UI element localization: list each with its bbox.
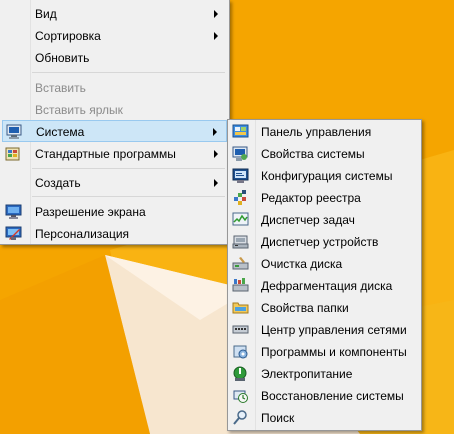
submenu-arrow-icon [214,179,218,187]
system-restore-icon [233,390,248,403]
menu-separator [32,168,225,169]
menu-item-label: Сортировка [35,29,101,43]
menu-item-label: Разрешение экрана [35,205,146,219]
menu-item-label: Обновить [35,51,90,65]
submenu-item-task-manager[interactable]: Диспетчер задач [230,209,419,231]
submenu-arrow-icon [214,150,218,158]
personalization-icon [5,226,22,240]
device-manager-icon [232,235,249,249]
submenu-item-label: Программы и компоненты [261,345,407,359]
folder-options-icon [232,302,249,314]
menu-item-label: Персонализация [35,227,130,241]
menu-item-personalization[interactable]: Персонализация [2,223,227,245]
submenu-item-label: Свойства системы [261,147,365,161]
submenu-arrow-icon [214,10,218,18]
submenu-item-registry-editor[interactable]: Редактор реестра [230,187,419,209]
menu-separator [32,72,225,73]
submenu-item-system-restore[interactable]: Восстановление системы [230,385,419,407]
screen-resolution-icon [5,204,22,219]
submenu-item-defrag[interactable]: Дефрагментация диска [230,275,419,297]
menu-item-view[interactable]: Вид [2,3,227,25]
menu-item-accessories[interactable]: Стандартные программы [2,143,227,165]
menu-item-system[interactable]: Система [2,120,227,142]
submenu-item-disk-cleanup[interactable]: Очистка диска [230,253,419,275]
submenu-item-label: Панель управления [261,125,372,139]
menu-item-refresh[interactable]: Обновить [2,47,227,69]
submenu-item-label: Центр управления сетями [261,323,407,337]
submenu-item-label: Свойства папки [261,301,349,315]
submenu-item-label: Конфигурация системы [261,169,393,183]
menu-item-label: Создать [35,176,81,190]
submenu-item-label: Очистка диска [261,257,343,271]
control-panel-icon [232,124,249,138]
programs-features-icon [233,345,248,359]
system-properties-icon [232,146,248,161]
menu-item-new[interactable]: Создать [2,172,227,194]
menu-item-screen-resolution[interactable]: Разрешение экрана [2,201,227,223]
submenu-arrow-icon [214,32,218,40]
search-icon [233,410,247,425]
task-manager-icon [232,212,249,226]
submenu-item-programs-features[interactable]: Программы и компоненты [230,341,419,363]
menu-item-paste-shortcut[interactable]: Вставить ярлык [2,99,227,121]
desktop-context-menu: Вид Сортировка Обновить Вставить Вставит… [0,0,230,245]
submenu-item-label: Электропитание [261,367,353,381]
disk-cleanup-icon [232,257,249,270]
defrag-icon [232,278,249,292]
submenu-item-label: Поиск [261,411,295,425]
submenu-item-label: Восстановление системы [261,389,404,403]
submenu-arrow-icon [213,128,217,136]
submenu-item-network-center[interactable]: Центр управления сетями [230,319,419,341]
submenu-item-system-properties[interactable]: Свойства системы [230,143,419,165]
power-options-icon [233,366,247,381]
submenu-item-control-panel[interactable]: Панель управления [230,121,419,143]
submenu-item-device-manager[interactable]: Диспетчер устройств [230,231,419,253]
submenu-item-label: Диспетчер устройств [261,235,379,249]
menu-item-label: Стандартные программы [35,147,176,161]
menu-item-paste[interactable]: Вставить [2,77,227,99]
menu-item-label: Вставить [35,81,86,95]
submenu-item-power-options[interactable]: Электропитание [230,363,419,385]
menu-item-label: Система [36,125,85,139]
submenu-item-system-config[interactable]: Конфигурация системы [230,165,419,187]
network-center-icon [232,325,249,334]
system-config-icon [232,168,249,183]
submenu-item-label: Диспетчер задач [261,213,355,227]
submenu-item-label: Редактор реестра [261,191,361,205]
accessories-icon [5,147,20,161]
registry-editor-icon [234,190,246,205]
menu-item-label: Вставить ярлык [35,103,123,117]
system-icon [6,124,22,139]
submenu-item-folder-options[interactable]: Свойства папки [230,297,419,319]
menu-separator [32,196,225,197]
system-submenu: Панель управления Свойства системы Конфи… [227,119,422,431]
menu-item-label: Вид [35,7,57,21]
submenu-item-search[interactable]: Поиск [230,407,419,429]
submenu-item-label: Дефрагментация диска [261,279,393,293]
menu-item-sort[interactable]: Сортировка [2,25,227,47]
